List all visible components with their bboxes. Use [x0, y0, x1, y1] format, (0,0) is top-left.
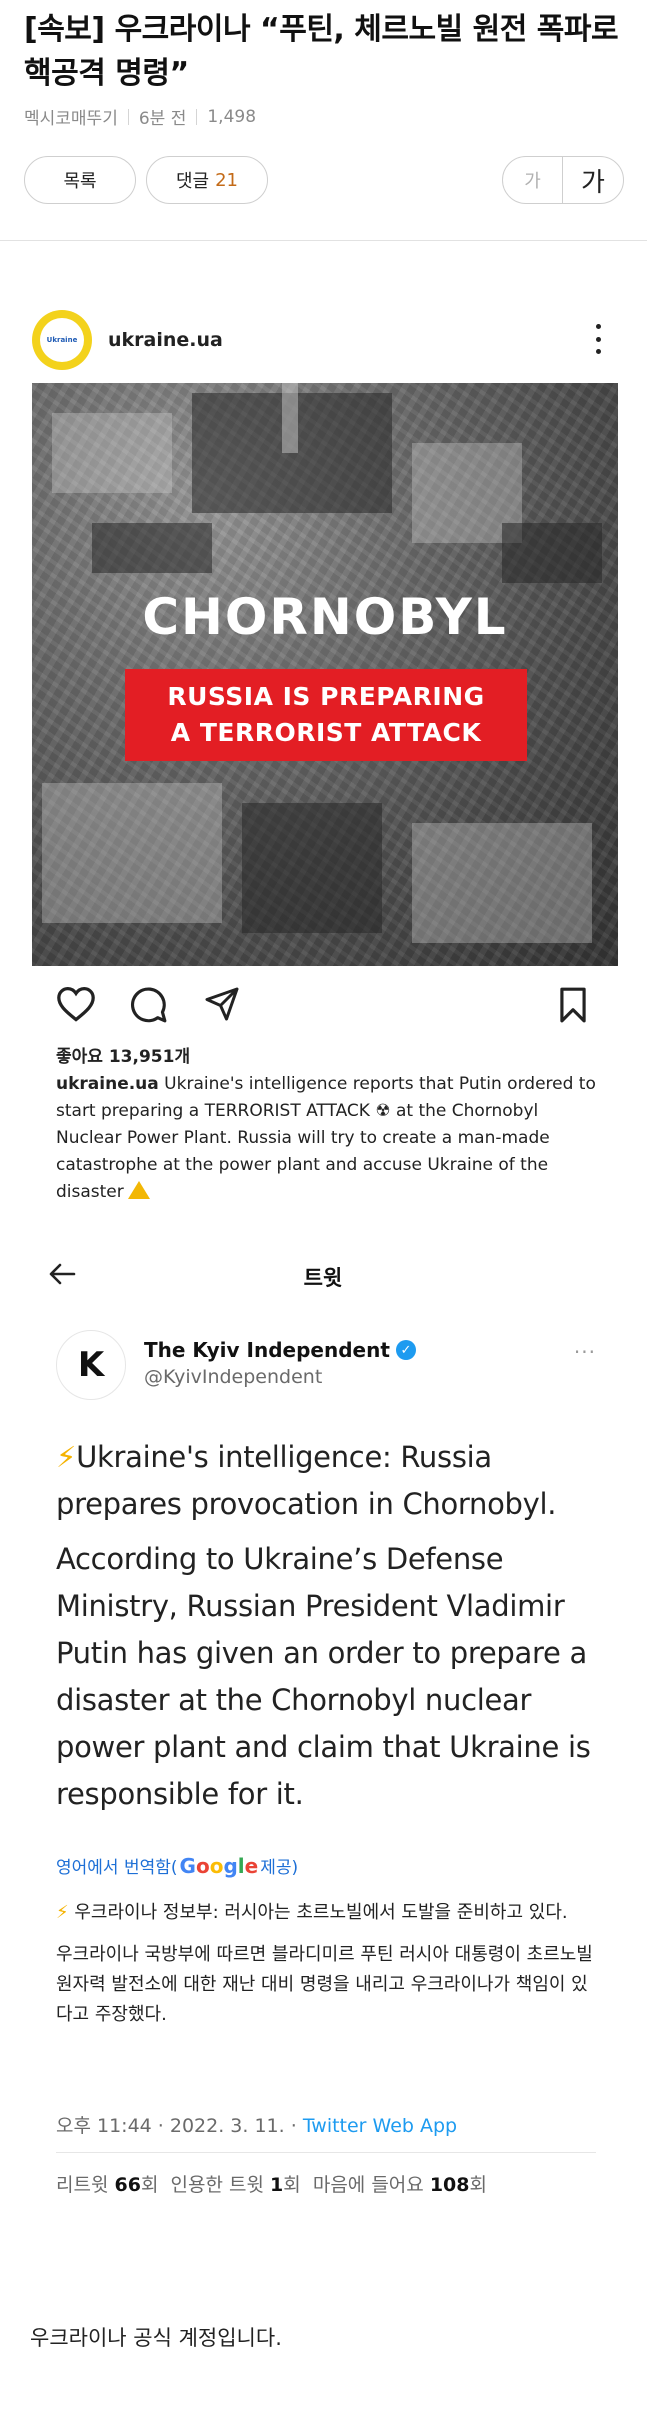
comment-label: 댓글 — [175, 171, 210, 192]
tweet-author-handle[interactable]: @KyivIndependent — [144, 1366, 322, 1388]
tweet-nav-title: 트윗 — [303, 1266, 343, 1290]
translation-paragraph: ⚡ 우크라이나 정보부: 러시아는 초르노빌에서 도발을 준비하고 있다. — [56, 1902, 568, 1923]
view-count: 1,498 — [207, 106, 257, 127]
tweet-paragraph: ⚡Ukraine's intelligence: Russia prepares… — [56, 1440, 557, 1521]
tweet-nav: 트윗 — [48, 1258, 608, 1294]
meta-divider — [127, 108, 129, 125]
author-name-text: The Kyiv Independent — [144, 1338, 390, 1362]
meta-divider — [196, 108, 198, 125]
font-size-toggle: 가 가 — [502, 156, 624, 204]
lightning-icon: ⚡ — [56, 1902, 69, 1923]
image-headline: CHORNOBYL — [142, 588, 508, 646]
heart-icon[interactable] — [56, 986, 96, 1022]
article-meta: 멕시코매뚜기 6분 전 1,498 — [24, 104, 257, 130]
instagram-avatar[interactable]: Ukraine — [32, 310, 92, 370]
verified-icon: ✓ — [395, 1340, 416, 1360]
bookmark-icon[interactable] — [556, 986, 590, 1024]
instagram-post-header: Ukraine ukraine.ua — [32, 308, 617, 372]
font-small-button[interactable]: 가 — [503, 157, 563, 203]
board-name[interactable]: 멕시코매뚜기 — [24, 104, 118, 129]
like-stat[interactable]: 마음에 들어요 108회 — [313, 2174, 487, 2196]
translation-paragraph: 우크라이나 국방부에 따르면 블라디미르 푸틴 러시아 대통령이 초르노빌 원자… — [56, 1944, 593, 2025]
tweet-author: K The Kyiv Independent ✓ @KyivIndependen… — [56, 1330, 596, 1400]
instagram-caption: ukraine.ua Ukraine's intelligence report… — [56, 1071, 596, 1206]
google-logo: Google — [179, 1853, 259, 1878]
banner-line: A TERRORIST ATTACK — [170, 718, 482, 747]
more-icon[interactable] — [595, 324, 601, 354]
instagram-actions — [56, 986, 594, 1026]
avatar-logo: Ukraine — [40, 318, 84, 362]
comment-count: 21 — [215, 169, 239, 191]
caption-username[interactable]: ukraine.ua — [56, 1074, 159, 1094]
comment-button[interactable]: 댓글 21 — [146, 156, 268, 204]
comment-icon[interactable] — [130, 986, 168, 1024]
quote-stat[interactable]: 인용한 트윗 1회 — [171, 2174, 301, 2196]
tweet-body: ⚡Ukraine's intelligence: Russia prepares… — [56, 1434, 596, 1826]
instagram-likes[interactable]: 좋아요 13,951개 — [56, 1042, 190, 1067]
instagram-username[interactable]: ukraine.ua — [108, 329, 223, 351]
tweet-translation: ⚡ 우크라이나 정보부: 러시아는 초르노빌에서 도발을 준비하고 있다. 우크… — [56, 1898, 596, 2042]
retweet-stat[interactable]: 리트윗 66회 — [56, 2174, 158, 2196]
translate-link[interactable]: 영어에서 번역함( Google 제공) — [56, 1853, 298, 1879]
banner-line: RUSSIA IS PREPARING — [167, 682, 485, 711]
tweet-timestamp: 오후 11:44 · 2022. 3. 11. · Twitter Web Ap… — [56, 2115, 458, 2137]
share-icon[interactable] — [204, 986, 240, 1022]
tweet-divider — [56, 2152, 596, 2153]
image-banner: RUSSIA IS PREPARING A TERRORIST ATTACK — [125, 669, 527, 761]
article-body-text: 우크라이나 공식 계정입니다. — [30, 2326, 282, 2350]
font-large-button[interactable]: 가 — [563, 157, 623, 203]
post-time: 6분 전 — [138, 109, 187, 129]
article-title: [속보] 우크라이나 “푸틴, 체르노빌 원전 폭파로 핵공격 명령” — [24, 12, 619, 91]
lightning-icon: ⚡ — [56, 1440, 77, 1474]
tweet-avatar[interactable]: K — [56, 1330, 126, 1400]
tweet-author-name[interactable]: The Kyiv Independent ✓ — [144, 1338, 416, 1362]
warning-icon — [127, 1181, 150, 1199]
tweet-source-app[interactable]: Twitter Web App — [303, 2115, 457, 2137]
more-icon[interactable]: ··· — [574, 1340, 596, 1364]
list-button[interactable]: 목록 — [24, 156, 136, 204]
article-actions: 목록 댓글 21 — [24, 156, 268, 204]
tweet-paragraph: According to Ukraine’s Defense Ministry,… — [56, 1542, 591, 1811]
header-divider — [0, 240, 647, 241]
tweet-stats: 리트윗 66회 인용한 트윗 1회 마음에 들어요 108회 — [56, 2170, 487, 2197]
instagram-post-image: CHORNOBYL RUSSIA IS PREPARING A TERRORIS… — [32, 383, 618, 966]
